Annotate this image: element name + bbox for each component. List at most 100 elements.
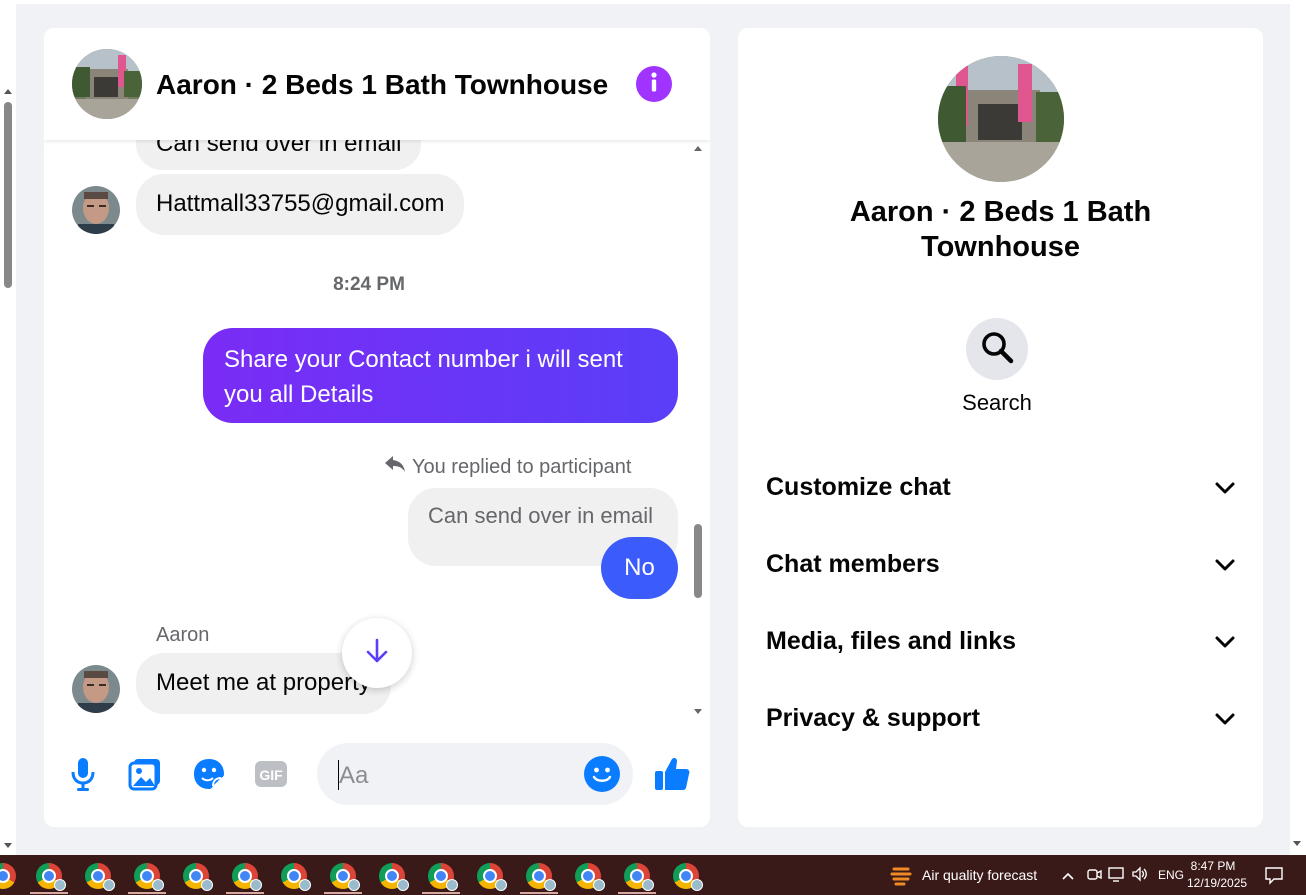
meet-now-icon[interactable] — [1086, 866, 1102, 887]
info-title: Aaron · 2 Beds 1 Bath Townhouse — [849, 196, 1152, 263]
sender-name: Aaron — [156, 624, 210, 646]
section-privacy-support[interactable]: Privacy & support — [766, 698, 1236, 738]
reply-note-text: You replied to participant — [412, 455, 632, 478]
profile-badge-icon — [593, 879, 605, 891]
taskbar-date[interactable]: 12/19/2025 — [1187, 876, 1247, 890]
chat-title: Aaron · 2 Beds 1 Bath Townhouse — [156, 69, 609, 100]
active-app-indicator — [520, 892, 558, 894]
gif-icon[interactable]: GIF — [254, 756, 288, 792]
chrome-app-icon[interactable] — [575, 863, 605, 891]
network-icon[interactable] — [1108, 866, 1126, 887]
chat-info-panel: Aaron · 2 Beds 1 Bath Townhouse Search C… — [738, 28, 1263, 827]
page-scrollbar-right[interactable] — [1290, 0, 1306, 855]
chrome-app-icon[interactable] — [85, 863, 115, 891]
reply-arrow-icon — [384, 454, 406, 480]
outgoing-message-bubble[interactable]: Share your Contact number i will sent yo… — [203, 328, 678, 423]
group-avatar-large[interactable] — [938, 56, 1064, 182]
scroll-down-arrow[interactable] — [694, 709, 702, 714]
sticker-icon[interactable] — [192, 756, 226, 792]
outgoing-message-bubble[interactable]: No — [601, 537, 678, 599]
scroll-to-bottom-button[interactable] — [342, 618, 412, 688]
section-label: Privacy & support — [766, 703, 980, 732]
avatar[interactable] — [72, 186, 120, 234]
chevron-down-icon — [1214, 627, 1236, 656]
section-label: Media, files and links — [766, 626, 1017, 655]
chrome-app-icon[interactable] — [281, 863, 311, 891]
profile-badge-icon — [201, 879, 213, 891]
scroll-thumb[interactable] — [694, 524, 702, 598]
microphone-icon[interactable] — [66, 756, 100, 792]
notification-icon[interactable] — [1264, 865, 1284, 890]
arrow-down-icon — [364, 637, 390, 670]
reply-note: You replied to participant — [384, 454, 631, 480]
chrome-app-icon[interactable] — [232, 863, 262, 891]
image-icon[interactable] — [128, 756, 162, 792]
chat-header: Aaron · 2 Beds 1 Bath Townhouse — [44, 28, 710, 140]
chrome-app-icon[interactable] — [36, 863, 66, 891]
scroll-down-arrow[interactable] — [4, 843, 12, 848]
volume-icon[interactable] — [1131, 866, 1149, 887]
chevron-down-icon — [1214, 473, 1236, 502]
svg-text:GIF: GIF — [259, 767, 283, 783]
message-list[interactable]: Can send over in email Hattmall33755@gma… — [44, 140, 710, 718]
message-bubble[interactable]: Hattmall33755@gmail.com — [136, 174, 465, 235]
profile-badge-icon — [446, 879, 458, 891]
active-app-indicator — [128, 892, 166, 894]
group-avatar[interactable] — [72, 49, 142, 119]
page-scrollbar-left[interactable] — [0, 0, 16, 855]
info-button[interactable] — [636, 66, 672, 102]
chat-panel: Aaron · 2 Beds 1 Bath Townhouse Can send… — [44, 28, 710, 827]
section-chat-members[interactable]: Chat members — [766, 544, 1236, 584]
profile-badge-icon — [348, 879, 360, 891]
section-customize-chat[interactable]: Customize chat — [766, 467, 1236, 507]
chrome-app-icon[interactable] — [330, 863, 360, 891]
composer: GIF Aa — [44, 728, 710, 820]
chrome-app-icon[interactable] — [526, 863, 556, 891]
chrome-app-icon[interactable] — [477, 863, 507, 891]
scroll-down-arrow[interactable] — [1293, 841, 1301, 846]
chrome-app-icon[interactable] — [624, 863, 654, 891]
section-media-files-links[interactable]: Media, files and links — [766, 621, 1236, 661]
chrome-app-icon[interactable] — [673, 863, 703, 891]
section-label: Chat members — [766, 549, 940, 578]
active-app-indicator — [618, 892, 656, 894]
profile-badge-icon — [299, 879, 311, 891]
profile-badge-icon — [495, 879, 507, 891]
message-input-placeholder: Aa — [339, 762, 369, 789]
chrome-app-icon[interactable] — [379, 863, 409, 891]
active-app-indicator — [324, 892, 362, 894]
scroll-up-arrow[interactable] — [4, 89, 12, 94]
avatar[interactable] — [72, 665, 120, 713]
search-button[interactable] — [966, 318, 1028, 380]
chevron-down-icon — [1214, 550, 1236, 579]
taskbar-time[interactable]: 8:47 PM — [1190, 859, 1236, 873]
active-app-indicator — [422, 892, 460, 894]
info-icon — [636, 64, 672, 105]
weather-widget-text[interactable]: Air quality forecast — [922, 867, 1037, 883]
scroll-thumb[interactable] — [4, 102, 12, 288]
profile-badge-icon — [544, 879, 556, 891]
chevron-up-icon[interactable] — [1061, 868, 1075, 886]
chrome-app-icon[interactable] — [134, 863, 164, 891]
profile-badge-icon — [397, 879, 409, 891]
thumbs-up-icon[interactable] — [652, 756, 692, 792]
chrome-app-icon[interactable] — [428, 863, 458, 891]
active-app-indicator — [30, 892, 68, 894]
profile-badge-icon — [250, 879, 262, 891]
scroll-up-arrow[interactable] — [694, 146, 702, 151]
profile-badge-icon — [103, 879, 115, 891]
message-input[interactable]: Aa — [317, 743, 633, 805]
profile-badge-icon — [642, 879, 654, 891]
search-icon — [980, 330, 1014, 369]
windows-taskbar: Air quality forecast ENG 8:47 PM 12/19/2… — [0, 855, 1306, 895]
message-timestamp: 8:24 PM — [333, 274, 405, 295]
message-scrollbar[interactable] — [692, 140, 704, 718]
chrome-app-icon[interactable] — [0, 863, 16, 889]
emoji-icon[interactable] — [584, 756, 620, 792]
chrome-app-icon[interactable] — [183, 863, 213, 891]
message-bubble[interactable]: Can send over in email — [136, 140, 422, 170]
profile-badge-icon — [152, 879, 164, 891]
air-quality-icon[interactable] — [890, 863, 914, 892]
top-strip — [16, 0, 1290, 4]
language-indicator[interactable]: ENG — [1158, 868, 1184, 882]
